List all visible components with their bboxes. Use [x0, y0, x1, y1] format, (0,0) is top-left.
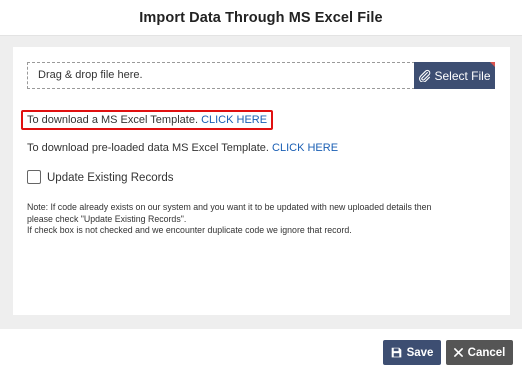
- import-modal: Import Data Through MS Excel File Drag &…: [0, 0, 522, 374]
- note-line-3: If check box is not checked and we encou…: [27, 225, 352, 235]
- cancel-label: Cancel: [467, 346, 506, 359]
- save-label: Save: [406, 346, 434, 359]
- note-line-1: Note: If code already exists on our syst…: [27, 202, 432, 212]
- close-icon: [453, 348, 463, 357]
- template-download-link[interactable]: CLICK HERE: [201, 114, 267, 126]
- modal-header: Import Data Through MS Excel File: [0, 0, 522, 36]
- dropzone-text: Drag & drop file here.: [38, 69, 143, 81]
- update-existing-label[interactable]: Update Existing Records: [47, 172, 174, 184]
- template-download-row: To download a MS Excel Template. CLICK H…: [27, 114, 267, 126]
- preloaded-download-row: To download pre-loaded data MS Excel Tem…: [27, 142, 338, 154]
- select-file-label: Select File: [434, 68, 491, 83]
- note-line-2: please check "Update Existing Records".: [27, 213, 187, 224]
- select-file-button[interactable]: Select File: [414, 62, 495, 89]
- floppy-disk-icon: [391, 347, 402, 358]
- paperclip-icon: [418, 69, 431, 82]
- import-note: Note: If code already exists on our syst…: [27, 202, 497, 237]
- preloaded-download-link[interactable]: CLICK HERE: [272, 142, 338, 154]
- required-corner-marker: [490, 62, 495, 67]
- update-existing-checkbox[interactable]: [27, 170, 41, 184]
- modal-title: Import Data Through MS Excel File: [139, 9, 383, 26]
- preloaded-download-text: To download pre-loaded data MS Excel Tem…: [27, 142, 269, 154]
- cancel-button[interactable]: Cancel: [446, 340, 513, 365]
- save-button[interactable]: Save: [383, 340, 441, 365]
- template-download-text: To download a MS Excel Template.: [27, 114, 198, 126]
